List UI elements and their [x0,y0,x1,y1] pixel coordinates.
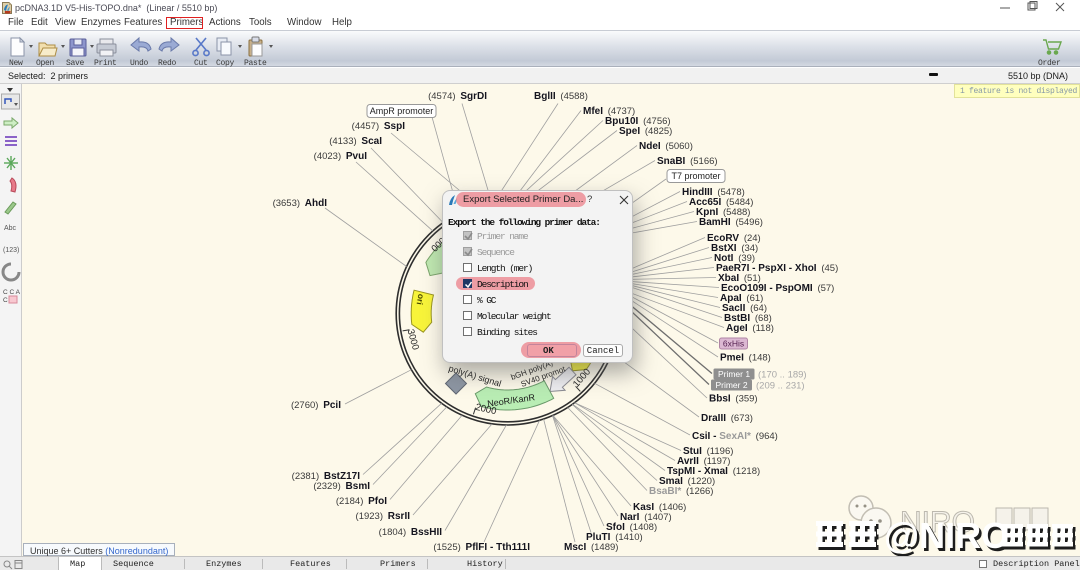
svg-text:DraIII (673): DraIII (673) [701,413,753,424]
svg-text:(3653) AhdI: (3653) AhdI [273,198,328,209]
svg-text:(2760) PciI: (2760) PciI [291,400,341,411]
svg-text:AmpR promoter: AmpR promoter [370,106,434,116]
svg-text:(123): (123) [3,247,19,254]
svg-text:(4023) PvuI: (4023) PvuI [314,151,368,162]
svg-text:Primer 1: Primer 1 [718,369,750,379]
svg-text:Primer 2: Primer 2 [715,380,747,390]
svg-text:(170 .. 189): (170 .. 189) [758,370,807,381]
svg-text:BamHI (5496): BamHI (5496) [699,217,763,228]
svg-text:@NIRO: @NIRO [884,515,1009,556]
svg-text:(1804) BssHII: (1804) BssHII [379,527,443,538]
svg-text:CsiI - SexAI* (964): CsiI - SexAI* (964) [692,431,778,442]
svg-text:(4133) ScaI: (4133) ScaI [329,136,382,147]
svg-text:ori: ori [415,293,427,305]
svg-text:Abc: Abc [4,225,17,232]
svg-text:(2329) BsmI: (2329) BsmI [313,481,370,492]
svg-text:MscI (1489): MscI (1489) [564,542,618,553]
svg-text:(4457) SspI: (4457) SspI [352,121,406,132]
svg-text:(4574) SgrDI: (4574) SgrDI [428,91,487,102]
svg-text:6xHis: 6xHis [723,339,744,349]
svg-text:NdeI (5060): NdeI (5060) [639,141,693,152]
svg-text:BsaBI* (1266): BsaBI* (1266) [649,486,713,497]
svg-text:AgeI (118): AgeI (118) [726,323,774,334]
svg-text:T7 promoter: T7 promoter [671,171,720,181]
svg-text:(1525) PflFI - Tth111I: (1525) PflFI - Tth111I [433,542,530,553]
svg-text:(1923) RsrII: (1923) RsrII [356,511,411,522]
svg-text:(2381) BstZ17I: (2381) BstZ17I [292,471,361,482]
svg-text:PmeI (148): PmeI (148) [720,353,771,364]
svg-text:(209 .. 231): (209 .. 231) [756,381,805,392]
svg-text:C: C [3,297,8,304]
svg-text:BbsI (359): BbsI (359) [709,394,758,405]
svg-text:3000: 3000 [405,328,421,351]
svg-text:BglII (4588): BglII (4588) [534,91,588,102]
svg-text:SnaBI (5166): SnaBI (5166) [657,156,718,167]
svg-text:C C A: C C A [3,289,21,296]
svg-text:(2184) PfoI: (2184) PfoI [336,496,387,507]
svg-text:SpeI (4825): SpeI (4825) [619,126,672,137]
